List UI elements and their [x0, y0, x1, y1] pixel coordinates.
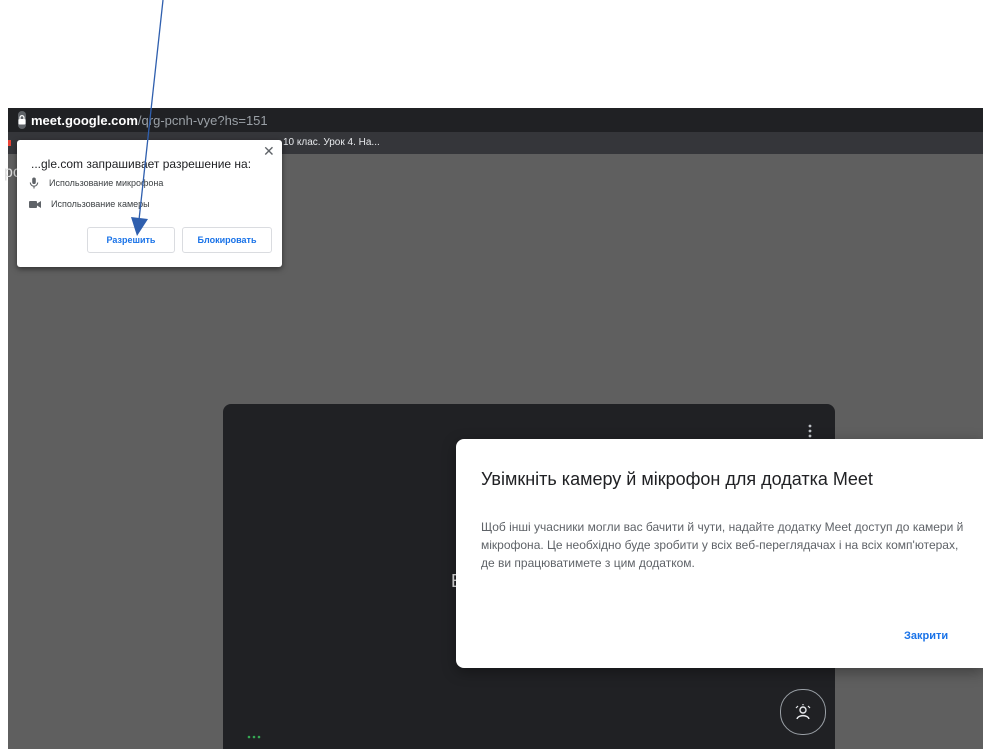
dialog-body: Щоб інші учасники могли вас бачити й чут…	[481, 520, 964, 570]
lock-icon[interactable]	[18, 111, 26, 129]
popup-close-icon[interactable]: ✕	[263, 143, 275, 160]
meet-permission-dialog: Увімкніть камеру й мікрофон для додатка …	[456, 439, 983, 668]
url-path: /qrg-pcnh-vye?hs=151	[137, 112, 268, 128]
allow-button[interactable]: Разрешить	[87, 227, 175, 253]
dialog-title: Увімкніть камеру й мікрофон для додатка …	[481, 469, 873, 489]
permission-popup: ✕ ...gle.com запрашивает разрешение на: …	[17, 140, 282, 267]
block-button[interactable]: Блокировать	[182, 227, 272, 253]
permission-item-label: Использование микрофона	[49, 178, 164, 188]
permission-item-label: Использование камеры	[51, 199, 150, 209]
popup-title: ...gle.com запрашивает разрешение на:	[31, 157, 252, 171]
microphone-icon	[29, 177, 39, 189]
url-field[interactable]: meet.google.com/qrg-pcnh-vye?hs=151	[18, 111, 268, 129]
permission-item-microphone: Использование микрофона	[29, 177, 163, 189]
visual-effects-button[interactable]	[780, 689, 826, 735]
browser-address-bar[interactable]: meet.google.com/qrg-pcnh-vye?hs=151	[8, 108, 983, 132]
url-host: meet.google.com	[31, 112, 138, 128]
camera-icon	[29, 200, 41, 208]
visual-effects-icon	[795, 704, 811, 720]
bookmark-marker	[8, 140, 11, 146]
permission-item-camera: Использование камеры	[29, 199, 150, 209]
bookmark-item[interactable]: 10 клас. Урок 4. На...	[283, 137, 380, 148]
audio-level-dots-icon	[247, 726, 261, 744]
dialog-close-button[interactable]: Закрити	[904, 630, 948, 642]
